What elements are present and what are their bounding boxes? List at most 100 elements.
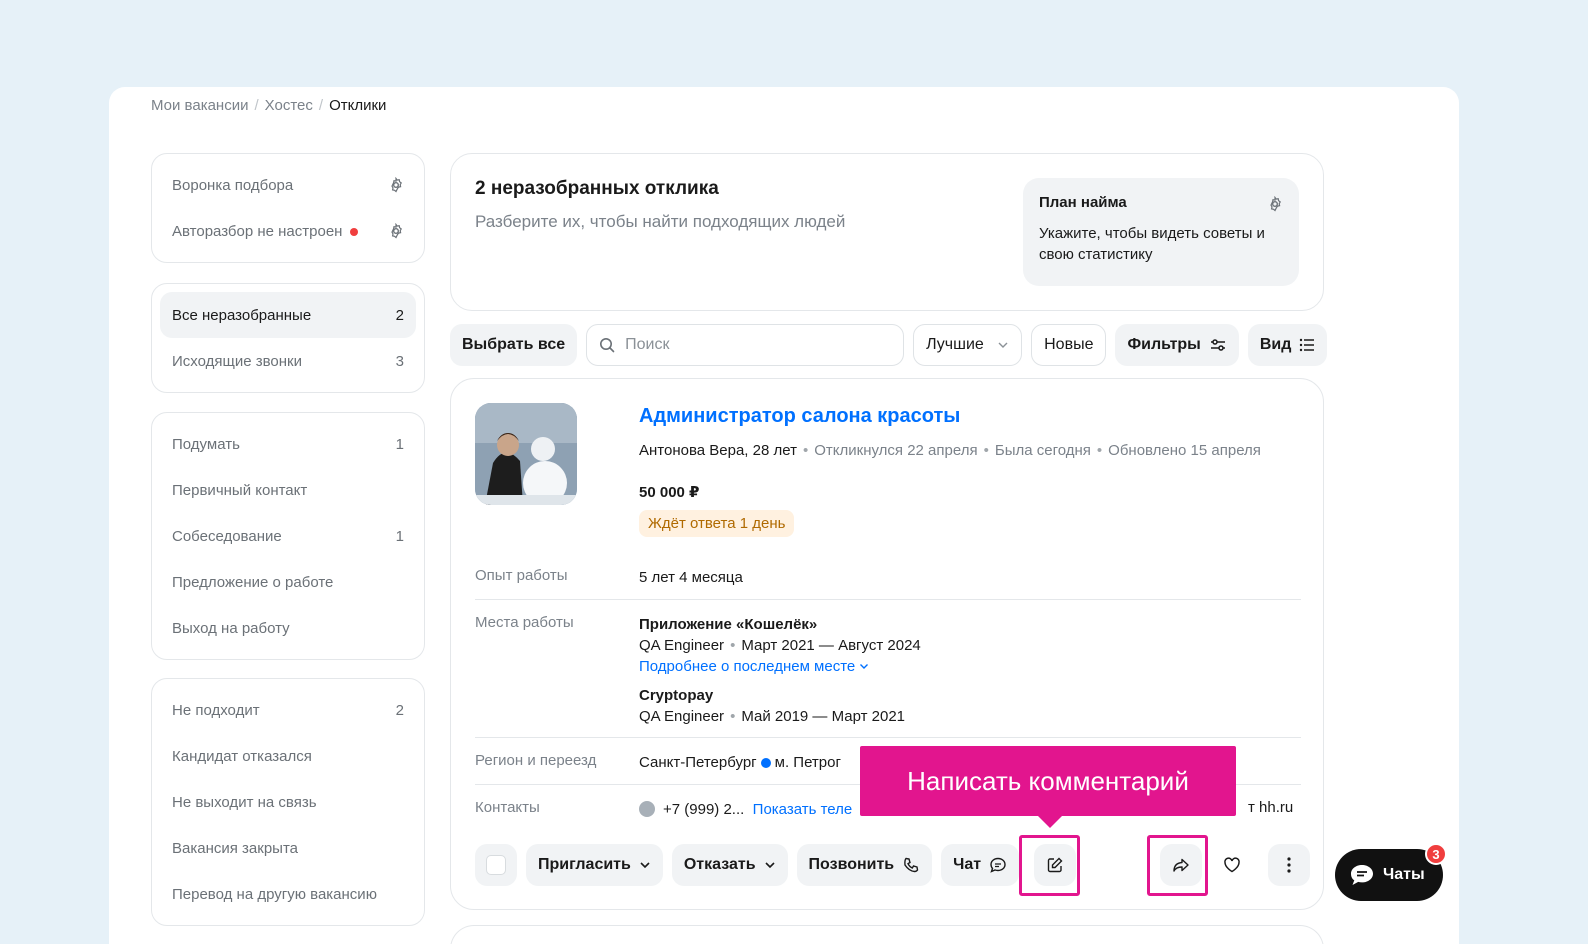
sidebar-item-think[interactable]: Подумать 1 [160,421,416,467]
chats-label: Чаты [1383,866,1425,883]
sidebar-item-count: 1 [395,435,404,453]
region-metro: м. Петрог [774,754,841,771]
sidebar-item-label: Воронка подбора [172,176,294,194]
chats-button[interactable]: Чаты 3 [1335,843,1447,901]
edit-icon [1047,857,1063,873]
gear-icon[interactable] [388,223,404,239]
sidebar-item-offer[interactable]: Предложение о работе [160,559,416,605]
candidate-name[interactable]: Антонова Вера, 28 лет [639,442,797,459]
sidebar-item-not-suitable[interactable]: Не подходит 2 [160,687,416,733]
experience-value: 5 лет 4 месяца [639,569,743,586]
new-filter-button[interactable]: Новые [1031,324,1107,366]
verified-icon [639,801,655,817]
share-button[interactable] [1160,844,1203,886]
view-label: Вид [1259,336,1292,353]
responded-date: Откликнулся 22 апреля [814,442,978,459]
sidebar-item-transfer[interactable]: Перевод на другую вакансию [160,871,416,917]
contacts-label: Контакты [475,799,540,816]
updated-date: Обновлено 15 апреля [1108,442,1261,459]
more-about-last-job-link[interactable]: Подробнее о последнем месте [639,656,921,677]
separator-dot: • [730,708,736,725]
breadcrumb-vacancy[interactable]: Хостес [265,97,313,114]
hiring-plan-card[interactable]: План найма Укажите, чтобы видеть советы … [1023,178,1299,286]
reject-label: Отказать [683,856,756,873]
search-input[interactable] [625,336,886,354]
sort-dropdown[interactable]: Лучшие [913,324,1023,366]
sidebar-item-label: Предложение о работе [172,573,334,591]
separator-dot: • [802,442,809,459]
separator-dot: • [730,637,736,654]
contacts-source: т hh.ru [1248,799,1294,816]
invite-button[interactable]: Пригласить [526,844,663,886]
sidebar-item-autosort[interactable]: Авторазбор не настроен [160,208,416,254]
sidebar-item-candidate-declined[interactable]: Кандидат отказался [160,733,416,779]
job-period: Март 2021 — Август 2024 [741,637,921,654]
checkbox-box [486,855,506,875]
comment-tooltip: Написать комментарий [860,746,1236,828]
call-label: Позвонить [808,856,895,873]
job-details: QA Engineer • Март 2021 — Август 2024 [639,635,921,656]
phone-number: +7 (999) 2... [663,801,745,818]
select-all-button[interactable]: Выбрать все [450,324,578,366]
breadcrumb-my-vacancies[interactable]: Мои вакансии [151,97,248,114]
sidebar-item-start-work[interactable]: Выход на работу [160,605,416,651]
separator-dot: • [983,442,989,459]
filters-label: Фильтры [1127,336,1201,353]
sidebar-item-outgoing-calls[interactable]: Исходящие звонки 3 [160,338,416,384]
separator-dot: • [1096,442,1103,459]
show-phone-link[interactable]: Показать теле [753,801,853,818]
rejected-card: Не подходит 2 Кандидат отказался Не выход… [151,678,425,926]
jobs-list: Приложение «Кошелёк» QA Engineer • Март 20… [639,614,921,727]
sort-label: Лучшие [926,336,984,353]
sidebar-item-label: Исходящие звонки [172,352,302,370]
hiring-plan-title: План найма [1039,194,1127,211]
breadcrumb-separator: / [254,97,259,114]
divider [475,599,1301,600]
alert-dot-icon [350,227,359,236]
sidebar-item-label-wrap: Авторазбор не настроен [172,223,359,240]
sidebar-item-count: 3 [395,352,404,370]
heart-icon [1224,857,1240,873]
select-candidate-checkbox[interactable] [475,844,517,886]
hiring-plan-text: Укажите, чтобы видеть советы и свою стат… [1039,225,1265,263]
funnel-settings-card: Воронка подбора Авторазбор не настроен [151,153,425,263]
sidebar-item-interview[interactable]: Собеседование 1 [160,513,416,559]
toolbar: Выбрать все Лучшие Новые Фильтры Вид [450,324,1328,366]
breadcrumb: Мои вакансии / Хостес / Отклики [151,97,386,114]
invite-label: Пригласить [538,856,631,873]
sidebar-item-count: 1 [395,527,404,545]
phone-icon [904,857,919,873]
job-role: QA Engineer [639,708,725,725]
candidate-photo[interactable] [475,403,577,505]
breadcrumb-separator: / [318,97,324,114]
more-about-last-job-label: Подробнее о последнем месте [639,658,856,675]
region-value: Санкт-Петербург м. Петрог [639,752,841,773]
sidebar-item-vacancy-closed[interactable]: Вакансия закрыта [160,825,416,871]
favorite-button[interactable] [1211,844,1254,886]
view-button[interactable]: Вид [1247,324,1328,366]
sidebar-item-label: Перевод на другую вакансию [172,885,377,903]
call-button[interactable]: Позвонить [796,844,933,886]
divider [475,737,1301,738]
job-role: QA Engineer [639,637,725,654]
sidebar-item-no-response[interactable]: Не выходит на связь [160,779,416,825]
comment-button[interactable] [1034,844,1077,886]
region-label: Регион и переезд [475,752,597,769]
chat-button[interactable]: Чат [941,844,1020,886]
reject-button[interactable]: Отказать [671,844,788,886]
candidate-photo-image [475,403,577,505]
jobs-label: Места работы [475,614,574,631]
sidebar-item-first-contact[interactable]: Первичный контакт [160,467,416,513]
sidebar-item-all-unsorted[interactable]: Все неразобранные 2 [160,292,416,338]
sidebar-item-funnel[interactable]: Воронка подбора [160,162,416,208]
gear-icon[interactable] [1267,196,1283,212]
filters-button[interactable]: Фильтры [1115,324,1239,366]
more-options-button[interactable] [1268,844,1311,886]
sidebar-item-count: 2 [395,701,404,719]
page: Мои вакансии / Хостес / Отклики Воронка … [109,87,1459,944]
vacancy-title-link[interactable]: Администратор салона красоты [639,405,960,428]
gear-icon[interactable] [388,177,404,193]
sidebar-item-label: Вакансия закрыта [172,839,298,857]
search-field[interactable] [586,324,905,366]
